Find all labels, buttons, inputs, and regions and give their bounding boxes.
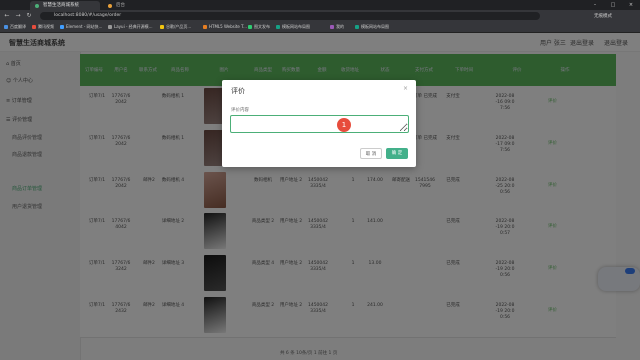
reload-icon[interactable]: ↻ xyxy=(25,11,33,21)
browser-tab-active[interactable]: 智慧生活商城系统 xyxy=(30,1,100,10)
bookmark-item[interactable]: 模板网站布局图 xyxy=(355,23,389,31)
close-window-icon[interactable]: × xyxy=(622,0,640,10)
maximize-icon[interactable]: □ xyxy=(604,0,622,10)
url-field[interactable]: localhost:8080/#/usage/order xyxy=(40,12,540,20)
bookmark-item[interactable]: 腾讯视频 xyxy=(32,23,54,31)
review-content-label: 评价内容 xyxy=(231,108,249,113)
profile-label[interactable]: 无痕模式 xyxy=(594,13,612,19)
step-marker-badge: 1 xyxy=(337,118,351,132)
bookmark-item[interactable]: 图文发布 xyxy=(248,23,270,31)
bookmark-item[interactable]: 谷歌/产品页... xyxy=(160,23,191,31)
tab-favicon-icon xyxy=(35,3,39,8)
dialog-title: 评价 xyxy=(231,87,245,95)
url-text: localhost:8080/#/usage/order xyxy=(54,13,122,18)
browser-tab[interactable]: 后台 xyxy=(103,1,163,10)
bookmark-item[interactable]: HTML5 Website T... xyxy=(203,23,247,31)
forward-icon[interactable]: → xyxy=(14,11,22,21)
bookmark-item[interactable]: 我的 xyxy=(330,23,344,31)
tab-favicon-icon xyxy=(108,3,112,8)
confirm-button[interactable]: 确 定 xyxy=(386,148,408,159)
cancel-button[interactable]: 取 消 xyxy=(360,148,382,159)
bookmark-item[interactable]: Element - 网站快... xyxy=(60,23,102,31)
back-icon[interactable]: ← xyxy=(3,11,11,21)
review-content-input[interactable] xyxy=(230,115,409,133)
minimize-icon[interactable]: – xyxy=(586,0,604,10)
tab-label: 后台 xyxy=(116,3,125,8)
bookmark-item[interactable]: 模板网站布局图 xyxy=(276,23,310,31)
close-icon[interactable]: × xyxy=(403,85,408,92)
tab-label: 智慧生活商城系统 xyxy=(43,3,79,8)
bookmark-item[interactable]: Layui - 经典开源模... xyxy=(108,23,153,31)
bookmark-item[interactable]: 百度翻译 xyxy=(4,23,26,31)
